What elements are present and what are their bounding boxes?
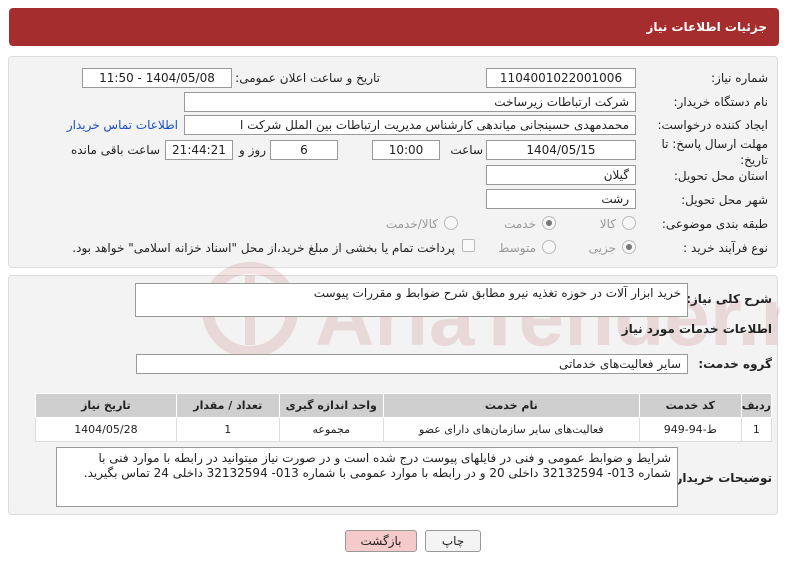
purchase-option-medium: متوسط: [498, 241, 536, 255]
treasury-checkbox[interactable]: [462, 239, 475, 252]
buyer-org-field: شرکت ارتباطات زیرساخت: [184, 92, 636, 112]
category-radio-goods[interactable]: [622, 216, 636, 230]
announce-field: 1404/05/08 - 11:50: [82, 68, 232, 88]
buyer-org-label: نام دستگاه خریدار:: [673, 95, 769, 109]
page-title: جزئیات اطلاعات نیاز: [646, 20, 767, 34]
cell-service-code: ط-94-949: [638, 417, 742, 442]
deadline-time-label: ساعت: [450, 143, 483, 157]
province-field: گیلان: [486, 165, 636, 185]
creator-label: ایجاد کننده درخواست:: [657, 118, 768, 132]
remaining-time-field: 21:44:21: [165, 140, 233, 160]
category-label: طبقه بندی موضوعی:: [661, 217, 768, 231]
services-table: ردیف کد خدمت نام خدمت واحد اندازه گیری ت…: [35, 393, 773, 442]
deadline-label-line2: تاریخ:: [740, 153, 768, 167]
cell-row: 1: [740, 417, 773, 442]
cell-quantity: 1: [175, 417, 280, 442]
buyer-notes-textarea[interactable]: شرایط و ضوابط عمومی و فنی در فایلهای پیو…: [56, 447, 678, 507]
days-label: روز و: [239, 143, 266, 157]
table-row: 1 ط-94-949 فعالیت‌های سایر سازمان‌های دا…: [35, 417, 773, 442]
col-unit: واحد اندازه گیری: [278, 393, 384, 418]
city-field: رشت: [486, 189, 636, 209]
purchase-radio-medium[interactable]: [542, 240, 556, 254]
city-label: شهر محل تحویل:: [681, 193, 768, 207]
province-label: استان محل تحویل:: [673, 169, 768, 183]
creator-field: محمدمهدی حسینجانی میاندهی کارشناس مدیریت…: [184, 115, 636, 135]
cell-need-date: 1404/05/28: [35, 417, 177, 442]
category-option-service: خدمت: [504, 217, 536, 231]
col-quantity: تعداد / مقدار: [175, 393, 280, 418]
buyer-contact-link[interactable]: اطلاعات تماس خریدار: [67, 118, 178, 132]
need-number-field: 1104001022001006: [486, 68, 636, 88]
print-button[interactable]: چاپ: [425, 530, 481, 552]
col-service-name: نام خدمت: [382, 393, 640, 418]
table-header-row: ردیف کد خدمت نام خدمت واحد اندازه گیری ت…: [35, 393, 773, 418]
service-group-label: گروه خدمت:: [698, 357, 772, 371]
deadline-label: مهلت ارسال پاسخ: تا تاریخ:: [661, 136, 768, 168]
summary-textarea[interactable]: خرید ابزار آلات در حوزه تغذیه نیرو مطابق…: [135, 283, 688, 317]
page-header: جزئیات اطلاعات نیاز: [9, 8, 779, 46]
summary-label: شرح کلی نیاز:: [686, 292, 772, 306]
category-radio-service[interactable]: [542, 216, 556, 230]
back-button[interactable]: بازگشت: [345, 530, 417, 552]
days-field: 6: [270, 140, 338, 160]
cell-unit: مجموعه: [278, 417, 384, 442]
purchase-type-label: نوع فرآیند خرید :: [683, 241, 768, 255]
buyer-notes-label: توضیحات خریدار:: [670, 471, 772, 485]
announce-label: تاریخ و ساعت اعلان عمومی:: [235, 71, 380, 85]
remaining-time-label: ساعت باقی مانده: [70, 143, 160, 157]
service-group-field: سایر فعالیت‌های خدماتی: [136, 354, 688, 374]
col-service-code: کد خدمت: [638, 393, 742, 418]
need-number-label: شماره نیاز:: [711, 71, 768, 85]
category-option-goods: کالا: [599, 217, 616, 231]
cell-service-name: فعالیت‌های سایر سازمان‌های دارای عضو: [382, 417, 640, 442]
deadline-label-line1: مهلت ارسال پاسخ: تا: [661, 137, 768, 151]
purchase-radio-minor[interactable]: [622, 240, 636, 254]
treasury-note: پرداخت تمام یا بخشی از مبلغ خرید،از محل …: [72, 241, 455, 255]
services-title: اطلاعات خدمات مورد نیاز: [621, 322, 772, 336]
category-radio-goods-service[interactable]: [444, 216, 458, 230]
purchase-option-minor: جزیی: [588, 241, 616, 255]
col-need-date: تاریخ نیاز: [35, 393, 177, 418]
deadline-date-field: 1404/05/15: [486, 140, 636, 160]
col-row: ردیف: [740, 393, 773, 418]
category-option-goods-service: کالا/خدمت: [385, 217, 438, 231]
deadline-time-field: 10:00: [372, 140, 440, 160]
